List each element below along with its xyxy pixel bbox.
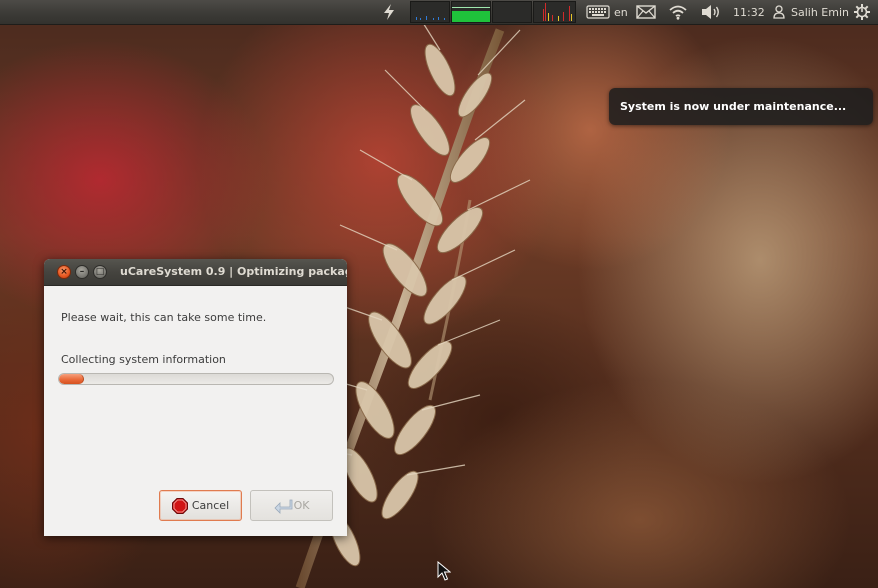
keyboard-layout-indicator[interactable]: en (586, 0, 628, 24)
cancel-label: Cancel (191, 499, 230, 512)
mail-icon[interactable] (636, 0, 656, 24)
progress-fill (59, 374, 84, 384)
cpu-monitor-graph[interactable] (410, 1, 450, 23)
minimize-icon[interactable]: – (75, 265, 89, 279)
window-title: uCareSystem 0.9 | Optimizing packages (120, 265, 347, 278)
window-titlebar[interactable]: × – □ uCareSystem 0.9 | Optimizing packa… (44, 259, 347, 286)
ucaresystem-dialog: × – □ uCareSystem 0.9 | Optimizing packa… (44, 259, 347, 536)
stop-icon (171, 497, 188, 514)
power-bolt-icon[interactable] (381, 0, 397, 24)
load-monitor-graph[interactable] (533, 1, 576, 23)
wait-message: Please wait, this can take some time. (61, 311, 267, 324)
cancel-button[interactable]: Cancel (159, 490, 242, 521)
user-icon (773, 5, 785, 19)
top-panel: en 11:32 Salih Emin (0, 0, 878, 25)
ok-label: OK (293, 499, 310, 512)
keyboard-layout-label: en (614, 5, 628, 19)
enter-arrow-icon (273, 499, 292, 514)
notification-text: System is now under maintenance... (620, 100, 847, 113)
close-icon[interactable]: × (57, 265, 71, 279)
progress-bar (58, 373, 334, 385)
memory-monitor-graph[interactable] (451, 1, 491, 23)
ok-button[interactable]: OK (250, 490, 333, 521)
session-gear-icon[interactable] (853, 0, 871, 24)
clock-time: 11:32 (733, 5, 765, 19)
notification-bubble: System is now under maintenance... (609, 88, 873, 125)
user-name: Salih Emin (791, 5, 849, 19)
status-label: Collecting system information (61, 353, 226, 366)
volume-icon[interactable] (700, 0, 722, 24)
mouse-cursor-icon (437, 561, 451, 581)
wifi-icon[interactable] (668, 0, 688, 24)
keyboard-icon (586, 5, 610, 19)
network-monitor-graph[interactable] (492, 1, 532, 23)
user-menu[interactable]: Salih Emin (773, 0, 849, 24)
clock[interactable]: 11:32 (733, 0, 765, 24)
maximize-icon[interactable]: □ (93, 265, 107, 279)
